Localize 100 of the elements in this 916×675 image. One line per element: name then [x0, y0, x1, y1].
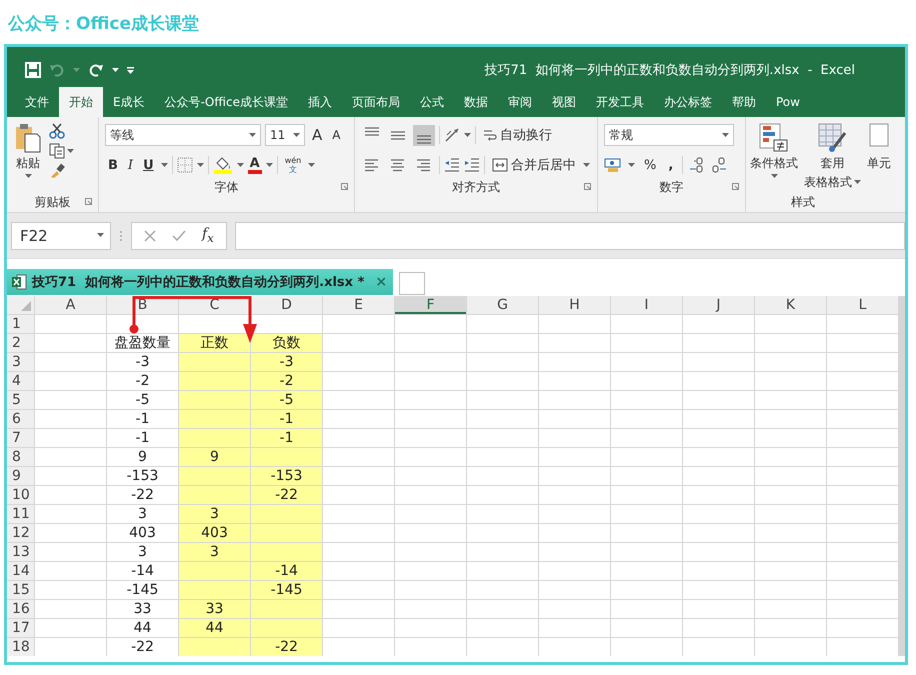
caret-icon[interactable] [67, 148, 74, 154]
row-header[interactable]: 17 [7, 619, 34, 637]
italic-button[interactable]: I [124, 156, 136, 174]
caret-icon[interactable] [628, 162, 635, 168]
column-header[interactable]: D [251, 296, 322, 314]
dialog-launcher-icon[interactable] [341, 183, 348, 190]
ribbon-tab[interactable]: Pow [766, 87, 810, 117]
ribbon-tab[interactable]: 公式 [410, 87, 454, 117]
row-header[interactable]: 8 [7, 448, 34, 466]
merge-center-button[interactable]: 合并后居中 [489, 155, 579, 175]
column-header[interactable]: F [395, 296, 466, 314]
dialog-launcher-icon[interactable] [584, 183, 591, 190]
ribbon-tab[interactable]: 视图 [542, 87, 586, 117]
currency-icon[interactable] [604, 157, 622, 173]
decrease-indent-icon[interactable] [444, 158, 460, 172]
font-color-button[interactable]: A [248, 156, 262, 174]
ribbon-tab[interactable]: 页面布局 [342, 87, 410, 117]
font-name-dropdown[interactable]: 等线 [105, 124, 261, 146]
column-header[interactable]: G [467, 296, 538, 314]
caret-icon[interactable] [308, 162, 316, 168]
dialog-launcher-icon[interactable] [85, 198, 92, 205]
row-header[interactable]: 12 [7, 524, 34, 542]
caret-icon[interactable] [97, 233, 104, 238]
ribbon-tab[interactable]: 数据 [454, 87, 498, 117]
row-header[interactable]: 14 [7, 562, 34, 580]
underline-button[interactable]: U [140, 156, 157, 174]
column-header[interactable]: E [323, 296, 394, 314]
ribbon-tab[interactable]: 办公标签 [654, 87, 722, 117]
customize-icon[interactable] [127, 65, 135, 75]
bottom-align-button[interactable] [413, 124, 435, 146]
caret-icon[interactable] [160, 162, 168, 168]
caret-icon[interactable] [196, 162, 204, 168]
decrease-decimal-icon[interactable] [711, 157, 728, 173]
copy-icon[interactable] [49, 143, 65, 159]
column-header[interactable]: K [755, 296, 826, 314]
format-painter-icon[interactable] [49, 163, 65, 179]
formula-input[interactable] [234, 222, 905, 250]
borders-icon[interactable] [176, 157, 193, 173]
fill-color-icon[interactable] [212, 156, 233, 174]
column-header[interactable]: L [827, 296, 898, 314]
scissors-icon[interactable] [49, 123, 65, 139]
ribbon-tab[interactable]: 插入 [298, 87, 342, 117]
caret-icon[interactable] [854, 180, 861, 185]
redo-icon[interactable] [88, 62, 104, 78]
column-header[interactable]: I [611, 296, 682, 314]
column-header[interactable]: J [683, 296, 754, 314]
increase-indent-icon[interactable] [464, 158, 480, 172]
caret-icon[interactable] [583, 162, 590, 168]
caret-icon[interactable] [266, 162, 273, 168]
phonetic-guide-button[interactable]: wén 文 [282, 155, 304, 175]
row-header[interactable]: 5 [7, 391, 34, 409]
caret-icon[interactable] [236, 162, 244, 168]
increase-decimal-icon[interactable] [689, 157, 706, 173]
row-header[interactable]: 2 [7, 334, 34, 352]
caret-icon[interactable] [112, 68, 119, 72]
paste-button[interactable]: 粘贴 [13, 123, 43, 192]
column-header[interactable]: H [539, 296, 610, 314]
bold-button[interactable]: B [105, 156, 121, 174]
text-orientation-icon[interactable] [444, 127, 460, 143]
workbook-tab[interactable]: 技巧71 如何将一列中的正数和负数自动分到两列.xlsx * × [7, 269, 394, 295]
caret-icon[interactable] [464, 132, 471, 138]
row-header[interactable]: 4 [7, 372, 34, 390]
font-size-dropdown[interactable]: 11 [265, 124, 305, 146]
dialog-launcher-icon[interactable] [732, 183, 739, 190]
column-header[interactable]: A [35, 296, 106, 314]
ribbon-tab[interactable]: 帮助 [722, 87, 766, 117]
number-format-dropdown[interactable]: 常规 [604, 124, 734, 146]
increase-font-size-button[interactable]: A [309, 125, 326, 145]
caret-icon[interactable] [293, 132, 300, 138]
conditional-formatting-button[interactable]: 条件格式 [748, 123, 800, 192]
row-header[interactable]: 7 [7, 429, 34, 447]
row-header[interactable]: 13 [7, 543, 34, 561]
ribbon-tab[interactable]: 审阅 [498, 87, 542, 117]
wrap-text-button[interactable]: 自动换行 [480, 125, 555, 145]
row-header[interactable]: 15 [7, 581, 34, 599]
ribbon-tab[interactable]: E成长 [103, 87, 155, 117]
row-header[interactable]: 18 [7, 638, 34, 656]
save-icon[interactable] [25, 62, 41, 78]
row-header[interactable]: 16 [7, 600, 34, 618]
row-header[interactable]: 11 [7, 505, 34, 523]
row-header[interactable]: 3 [7, 353, 34, 371]
ribbon-tab[interactable]: 文件 [15, 87, 59, 117]
row-header[interactable]: 1 [7, 315, 34, 333]
comma-button[interactable]: , [665, 156, 676, 174]
decrease-font-size-button[interactable]: A [329, 127, 344, 143]
caret-icon[interactable] [722, 132, 729, 138]
row-header[interactable]: 10 [7, 486, 34, 504]
format-as-table-button[interactable]: 套用 表格格式 [802, 123, 863, 192]
ribbon-tab[interactable]: 开发工具 [586, 87, 654, 117]
insert-function-button[interactable]: f$_{x}$ [202, 226, 214, 245]
caret-icon[interactable] [770, 174, 778, 179]
caret-icon[interactable] [24, 174, 32, 179]
row-header[interactable]: 9 [7, 467, 34, 485]
caret-icon[interactable] [249, 132, 256, 138]
percent-button[interactable]: % [641, 156, 660, 174]
row-header[interactable]: 6 [7, 410, 34, 428]
cell-styles-button[interactable]: 单元 [865, 123, 893, 192]
name-box[interactable]: F22 [11, 222, 111, 250]
ribbon-tab[interactable]: 公众号-Office成长课堂 [154, 87, 298, 117]
ribbon-tab[interactable]: 开始 [59, 87, 103, 117]
